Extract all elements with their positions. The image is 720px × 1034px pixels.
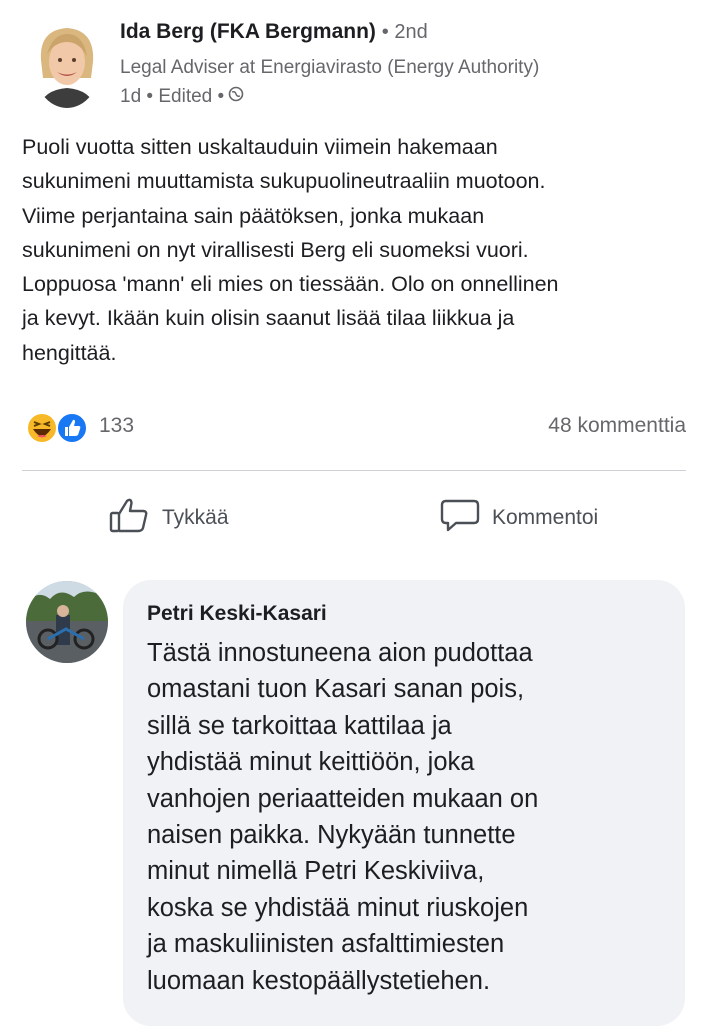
post-body-line: Loppuosa 'mann' eli mies on tiessään. Ol… <box>22 272 559 297</box>
action-bar: Tykkää Kommentoi <box>0 490 720 550</box>
post-body-line: ja kevyt. Ikään kuin olisin saanut lisää… <box>22 306 515 331</box>
like-button[interactable]: Tykkää <box>108 496 229 540</box>
author-name[interactable]: Ida Berg (FKA Bergmann) • 2nd <box>120 20 428 44</box>
comment-text-line: koska se yhdistää minut riuskojen <box>147 893 529 922</box>
meta-separator: • <box>212 86 225 107</box>
comment-text-line: luomaan kestopäällystetiehen. <box>147 966 491 995</box>
post-body-line: sukunimeni on nyt virallisesti Berg eli … <box>22 237 529 262</box>
post-time[interactable]: 1d <box>120 86 141 108</box>
comment-button[interactable]: Kommentoi <box>440 496 598 540</box>
comment-text: Tästä innostuneena aion pudottaa omastan… <box>147 635 677 999</box>
post-header: Ida Berg (FKA Bergmann) • 2nd Legal Advi… <box>0 0 720 120</box>
connection-degree-text: 2nd <box>394 21 428 43</box>
comment-text-line: sillä se tarkoittaa kattilaa ja <box>147 711 452 740</box>
meta-separator: • <box>141 86 159 107</box>
comment-bubble: Petri Keski-Kasari Tästä innostuneena ai… <box>123 580 685 1026</box>
commenter-avatar[interactable] <box>26 581 108 663</box>
comment-text-line: omastani tuon Kasari sanan pois, <box>147 675 525 704</box>
globe-icon <box>228 86 244 108</box>
comment-text-line: vanhojen periaatteiden mukaan on <box>147 784 539 813</box>
comment-label: Kommentoi <box>492 506 599 529</box>
comment-text-line: minut nimellä Petri Keskiviiva, <box>147 857 485 886</box>
connection-degree: • 2nd <box>381 21 428 43</box>
post-body-line: Viime perjantaina sain päätöksen, jonka … <box>22 203 485 228</box>
author-title: Legal Adviser at Energiavirasto (Energy … <box>120 57 540 78</box>
comment-bubble-icon <box>440 497 492 539</box>
post-body-line: sukunimeni muuttamista sukupuolineutraal… <box>22 169 546 194</box>
author-avatar[interactable] <box>33 20 101 108</box>
comment-section: Petri Keski-Kasari Tästä innostuneena ai… <box>0 575 720 1034</box>
commenter-name[interactable]: Petri Keski-Kasari <box>147 602 327 626</box>
like-label: Tykkää <box>162 506 229 529</box>
edited-label: Edited <box>158 86 213 107</box>
reactions-bar: 133 48 kommenttia <box>26 408 696 448</box>
thumbs-up-icon <box>108 496 162 540</box>
divider <box>22 470 686 471</box>
comments-count[interactable]: 48 kommenttia <box>548 414 686 438</box>
comment-text-line: ja maskuliinisten asfalttimiesten <box>147 930 505 959</box>
author-name-text[interactable]: Ida Berg (FKA Bergmann) <box>120 20 376 43</box>
comment-text-line: naisen paikka. Nykyään tunnette <box>147 821 516 850</box>
post-body-line: hengittää. <box>22 340 117 365</box>
comment-text-line: Tästä innostuneena aion pudottaa <box>147 639 533 667</box>
post-body-line: Puoli vuotta sitten uskaltauduin viimein… <box>22 135 498 159</box>
reaction-count[interactable]: 133 <box>99 414 134 438</box>
reaction-icons[interactable] <box>26 411 96 445</box>
haha-icon <box>26 412 58 444</box>
post-body: Puoli vuotta sitten uskaltauduin viimein… <box>22 130 702 370</box>
like-icon <box>56 412 88 444</box>
post-meta: 1d • Edited • <box>120 86 244 108</box>
comment-text-line: yhdistää minut keittiöön, joka <box>147 748 475 777</box>
